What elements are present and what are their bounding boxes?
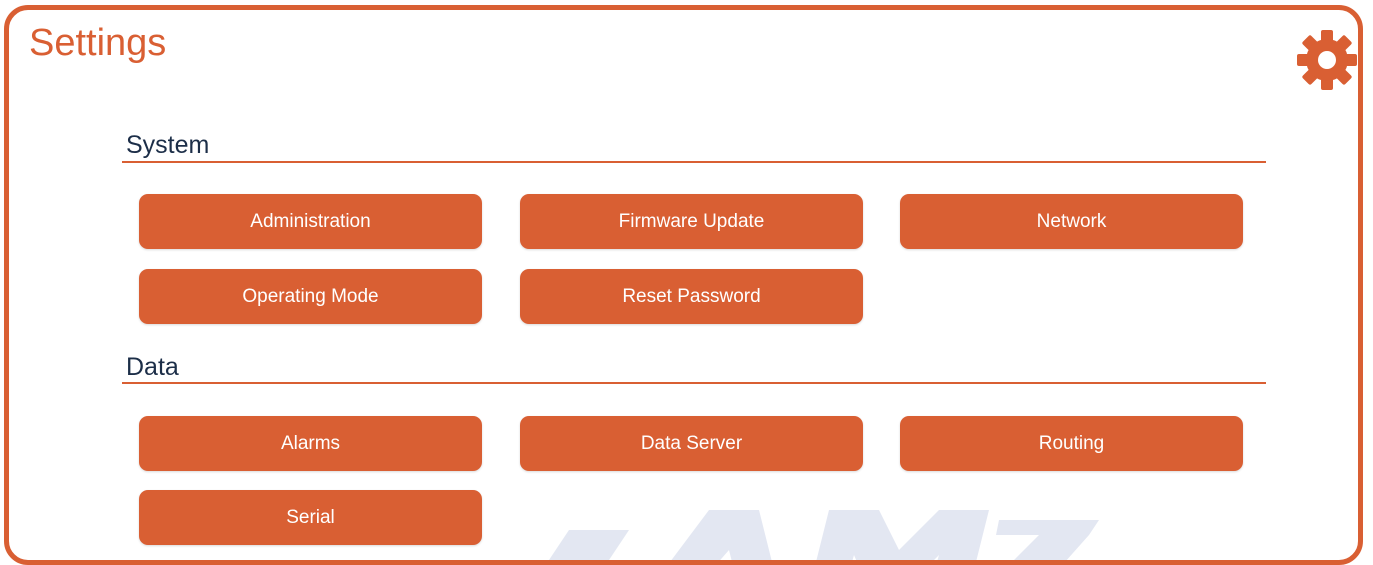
data-server-button[interactable]: Data Server bbox=[520, 416, 863, 471]
page-title: Settings bbox=[29, 22, 167, 64]
section-title-system: System bbox=[126, 131, 210, 159]
network-button[interactable]: Network bbox=[900, 194, 1243, 249]
serial-button[interactable]: Serial bbox=[139, 490, 482, 545]
routing-button[interactable]: Routing bbox=[900, 416, 1243, 471]
section-divider-system bbox=[122, 161, 1266, 163]
operating-mode-button[interactable]: Operating Mode bbox=[139, 269, 482, 324]
section-divider-data bbox=[122, 382, 1266, 384]
alarms-button[interactable]: Alarms bbox=[139, 416, 482, 471]
reset-password-button[interactable]: Reset Password bbox=[520, 269, 863, 324]
administration-button[interactable]: Administration bbox=[139, 194, 482, 249]
gear-icon[interactable] bbox=[1295, 28, 1359, 92]
section-title-data: Data bbox=[126, 353, 179, 381]
settings-panel: Settings System Administration Firmware … bbox=[4, 5, 1363, 565]
firmware-update-button[interactable]: Firmware Update bbox=[520, 194, 863, 249]
